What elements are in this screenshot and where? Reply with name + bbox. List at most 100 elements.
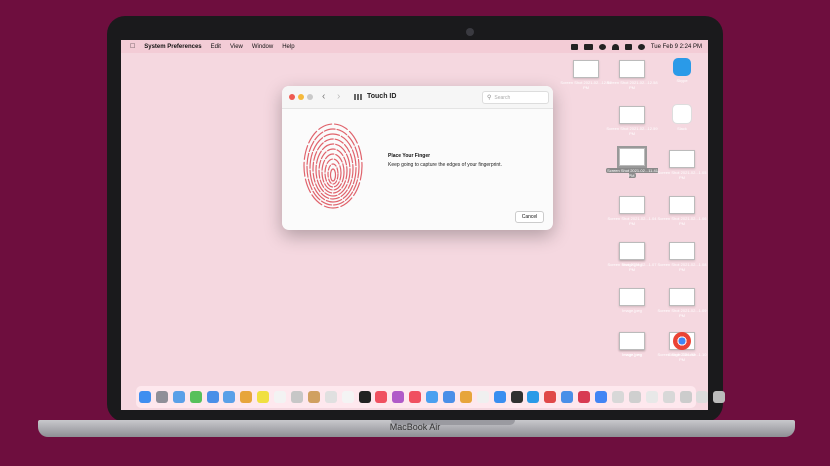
menu-edit[interactable]: Edit (211, 44, 221, 50)
instruction-text: Keep going to capture the edges of your … (388, 162, 502, 168)
desktop-icon-label: Google Chrome (667, 352, 697, 357)
desktop-icon-label: Screen Shot 2021-02...1.05 PM (657, 170, 707, 180)
dock-app-icon[interactable] (611, 391, 624, 403)
dock-app-icon[interactable] (223, 391, 236, 403)
dock-app-icon[interactable] (274, 391, 287, 403)
evernote-icon[interactable] (598, 43, 606, 50)
desktop-icon-label: Screen Shot 2021-02...12.59 PM (606, 126, 658, 136)
desktop-file-icon[interactable]: Screen Shot 2021-02...1.04 PM (606, 196, 658, 226)
desktop-file-icon[interactable]: Image.jpeg (606, 288, 658, 313)
dock-app-icon[interactable] (544, 391, 557, 403)
desktop-app-icon[interactable]: Skype (656, 58, 708, 83)
dock-app-icon[interactable] (139, 391, 151, 403)
window-titlebar[interactable]: ‹ › Touch ID ⚲ Search (282, 86, 553, 109)
desktop-icon-label: Skype (676, 78, 688, 83)
desktop-app-icon[interactable]: Google Chrome (656, 332, 708, 357)
dock-app-icon[interactable] (578, 391, 591, 403)
desktop-file-icon[interactable]: Screen Shot 2021-02...1.05 PM (656, 150, 708, 180)
dock-app-icon[interactable] (595, 391, 608, 403)
desktop-icon-label: Slack (677, 126, 687, 131)
cancel-button[interactable]: Cancel (515, 211, 544, 223)
dock-app-icon[interactable] (493, 391, 506, 403)
screen-record-icon[interactable] (570, 43, 578, 50)
file-thumbnail (619, 242, 645, 260)
app-icon (673, 332, 691, 350)
dock-app-icon[interactable] (358, 391, 371, 403)
search-field[interactable]: ⚲ Search (482, 91, 549, 104)
dock-app-icon[interactable] (257, 391, 270, 403)
desktop-icon-label: Screen Shot 2021-02...1.09 PM (657, 308, 707, 318)
dock-app-icon[interactable] (628, 391, 641, 403)
dock-app-icon[interactable] (409, 391, 422, 403)
dock-app-icon[interactable] (696, 391, 709, 403)
menu-view[interactable]: View (230, 44, 243, 50)
desktop-file-icon[interactable]: Image.jpeg (606, 332, 658, 357)
file-thumbnail (669, 288, 695, 306)
dock-app-icon[interactable] (155, 391, 168, 403)
dock-app-icon[interactable] (307, 391, 320, 403)
desktop-file-icon[interactable]: Screen Shot 2021-02...1.06 PM (656, 196, 708, 226)
dock-app-icon[interactable] (679, 391, 692, 403)
dock-app-icon[interactable] (713, 391, 726, 403)
search-placeholder: Search (494, 94, 511, 101)
menu-app-name[interactable]: System Preferences (144, 44, 201, 50)
battery-icon[interactable] (583, 43, 593, 50)
dock-app-icon[interactable] (443, 391, 456, 403)
file-thumbnail (669, 150, 695, 168)
desktop-file-icon[interactable]: Screen Shot 2021-02...1.08 PM (656, 242, 708, 272)
control-center-icon[interactable] (624, 43, 632, 50)
dock-app-icon[interactable] (527, 391, 540, 403)
dock-app-icon[interactable] (206, 391, 219, 403)
dock-app-icon[interactable] (510, 391, 523, 403)
desktop-icon-label: Screen Shot 2021-02...1.08 PM (657, 262, 707, 272)
menu-window[interactable]: Window (252, 44, 273, 50)
dock-app-icon[interactable] (240, 391, 253, 403)
app-icon (673, 58, 691, 76)
close-button[interactable] (289, 94, 295, 100)
dock-app-icon[interactable] (172, 391, 185, 403)
wifi-icon[interactable] (611, 43, 619, 50)
desktop-app-icon[interactable]: Slack (656, 104, 708, 131)
menu-clock[interactable]: Tue Feb 9 2:24 PM (651, 44, 702, 50)
desktop-icon-label: Image.jpeg (622, 262, 642, 267)
dock-app-icon[interactable] (189, 391, 202, 403)
minimize-button[interactable] (298, 94, 304, 100)
app-icon (672, 104, 692, 124)
apple-menu-icon[interactable]:  (130, 43, 135, 50)
forward-chevron-icon[interactable]: › (337, 91, 340, 102)
laptop-brand-label: MacBook Air (389, 422, 441, 432)
desktop-file-icon[interactable]: Screen Shot 2021-02...12.57 PM (560, 60, 612, 90)
spotlight-icon[interactable] (637, 43, 645, 50)
desktop-icon-label: Screen Shot 2021-02...11.41 PM (606, 168, 658, 178)
dock-app-icon[interactable] (291, 391, 304, 403)
desktop-icon-label: Image.jpeg (622, 352, 642, 357)
dock-app-icon[interactable] (476, 391, 489, 403)
dock-app-icon[interactable] (341, 391, 354, 403)
file-thumbnail (619, 196, 645, 214)
desktop-file-icon[interactable]: Screen Shot 2021-02...12.58 PM (606, 60, 658, 90)
zoom-button[interactable] (307, 94, 313, 100)
desktop-file-icon[interactable]: Screen Shot 2021-02...11.41 PM (606, 146, 658, 178)
dock-app-icon[interactable] (392, 391, 405, 403)
back-chevron-icon[interactable]: ‹ (322, 91, 325, 102)
desktop-file-icon[interactable]: Image.jpeg (606, 242, 658, 267)
desktop-file-icon[interactable]: Screen Shot 2021-02...1.09 PM (656, 288, 708, 318)
dock-app-icon[interactable] (324, 391, 337, 403)
dock-app-icon[interactable] (459, 391, 472, 403)
file-thumbnail (669, 196, 695, 214)
file-thumbnail (619, 106, 645, 124)
desktop-icon-label: Image.jpeg (622, 308, 642, 313)
desktop-icon-label: Screen Shot 2021-02...12.58 PM (606, 80, 658, 90)
search-icon: ⚲ (487, 95, 492, 101)
file-thumbnail (669, 242, 695, 260)
dock-app-icon[interactable] (645, 391, 658, 403)
file-thumbnail (617, 146, 647, 168)
dock-app-icon[interactable] (375, 391, 388, 403)
show-all-grid-icon[interactable] (354, 94, 362, 100)
dock-app-icon[interactable] (561, 391, 574, 403)
dock-app-icon[interactable] (426, 391, 439, 403)
desktop-icon-label: Screen Shot 2021-02...1.04 PM (607, 216, 657, 226)
menu-help[interactable]: Help (282, 44, 294, 50)
dock-app-icon[interactable] (662, 391, 675, 403)
desktop-file-icon[interactable]: Screen Shot 2021-02...12.59 PM (606, 106, 658, 136)
